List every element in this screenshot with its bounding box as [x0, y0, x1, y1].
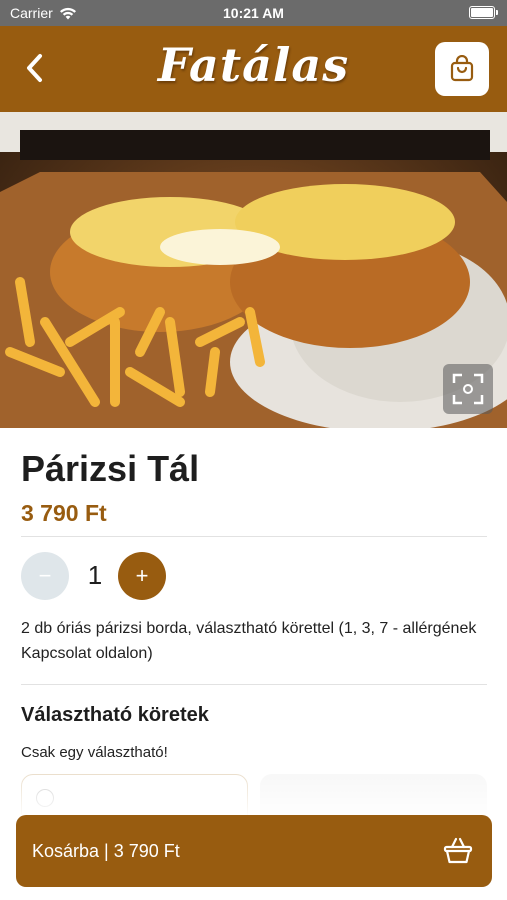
divider — [21, 684, 487, 685]
basket-icon — [443, 837, 473, 864]
quantity-value: 1 — [87, 560, 103, 590]
radio-button[interactable] — [36, 789, 54, 807]
product-description: 2 db óriás párizsi borda, választható kö… — [21, 620, 477, 662]
divider — [21, 536, 487, 537]
add-to-cart-label: Kosárba | 3 790 Ft — [32, 841, 180, 861]
add-to-cart-button[interactable]: Kosárba | 3 790 Ft — [16, 815, 492, 887]
battery-icon — [469, 6, 498, 19]
shopping-bag-icon — [450, 55, 474, 82]
quantity-decrease-button[interactable]: − — [21, 552, 69, 600]
product-image — [0, 112, 507, 428]
fullscreen-button[interactable] — [443, 364, 493, 414]
food-photo — [0, 112, 507, 428]
fullscreen-icon — [452, 373, 484, 405]
sides-section-title: Választható köretek — [21, 704, 209, 726]
sides-section-subtitle: Csak egy választható! — [21, 744, 168, 761]
cart-button[interactable] — [435, 42, 489, 96]
product-title: Párizsi Tál — [21, 448, 200, 489]
app-header: Fatálas — [0, 26, 507, 112]
product-price: 3 790 Ft — [21, 500, 107, 526]
status-bar: Carrier 10:21 AM — [0, 0, 507, 26]
brand-logo: Fatálas — [157, 38, 350, 92]
clock: 10:21 AM — [223, 5, 284, 21]
quantity-increase-button[interactable]: + — [118, 552, 166, 600]
